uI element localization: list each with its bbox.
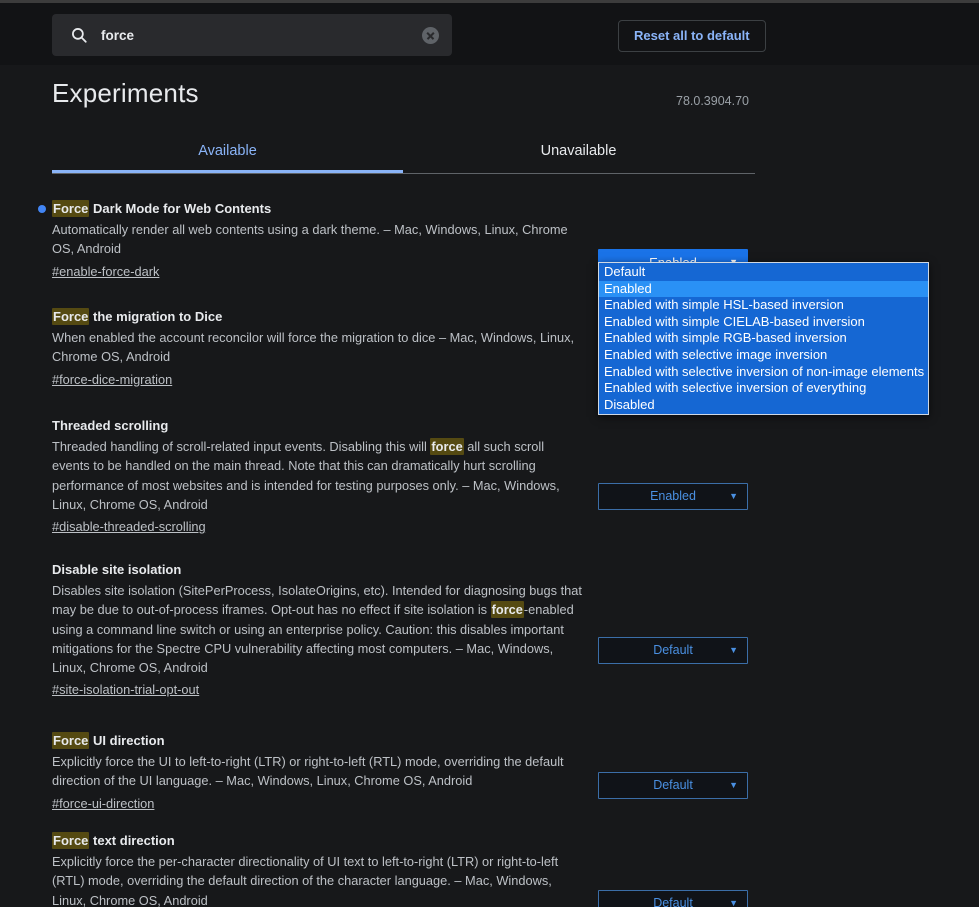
experiment-select[interactable]: Enabled ▼ xyxy=(598,483,748,510)
experiment-select-value: Default xyxy=(653,896,693,907)
select-option[interactable]: Enabled with selective image inversion xyxy=(599,347,928,364)
select-options-popup[interactable]: DefaultEnabledEnabled with simple HSL-ba… xyxy=(598,262,929,415)
search-highlight: Force xyxy=(52,200,89,217)
experiment-permalink[interactable]: #enable-force-dark xyxy=(52,262,159,281)
experiment-select[interactable]: Default ▼ xyxy=(598,772,748,799)
search-icon xyxy=(70,26,88,44)
experiment-permalink[interactable]: #force-dice-migration xyxy=(52,370,172,389)
experiment-title: Threaded scrolling xyxy=(52,417,979,434)
experiment-permalink[interactable]: #disable-threaded-scrolling xyxy=(52,517,206,536)
search-highlight: Force xyxy=(52,308,89,325)
search-highlight: Force xyxy=(52,732,89,749)
experiment-item: Force text direction Explicitly force the… xyxy=(0,832,979,907)
chevron-down-icon: ▼ xyxy=(729,484,738,509)
tab-bar: Available Unavailable xyxy=(52,136,755,174)
experiment-select[interactable]: Default ▼ xyxy=(598,637,748,664)
top-toolbar: Reset all to default xyxy=(0,3,979,65)
select-option[interactable]: Default xyxy=(599,264,928,281)
tab-underline xyxy=(52,173,755,174)
clear-search-icon[interactable] xyxy=(422,27,439,44)
search-input[interactable] xyxy=(101,28,422,43)
modified-indicator-dot xyxy=(38,205,46,213)
experiment-item: Threaded scrolling Threaded handling of s… xyxy=(0,417,979,536)
version-label: 78.0.3904.70 xyxy=(676,94,749,108)
tab-unavailable[interactable]: Unavailable xyxy=(403,136,754,173)
experiment-description: Explicitly force the per-character direc… xyxy=(52,852,585,907)
chevron-down-icon: ▼ xyxy=(729,773,738,798)
experiment-title: Force UI direction xyxy=(52,732,979,749)
chevron-down-icon: ▼ xyxy=(729,638,738,663)
experiment-description: Threaded handling of scroll-related inpu… xyxy=(52,437,585,514)
reset-all-to-default-button[interactable]: Reset all to default xyxy=(618,20,766,52)
experiment-description: Explicitly force the UI to left-to-right… xyxy=(52,752,585,791)
select-option[interactable]: Enabled with selective inversion of non-… xyxy=(599,364,928,381)
experiment-select-value: Default xyxy=(653,643,693,657)
select-option[interactable]: Disabled xyxy=(599,397,928,414)
select-option[interactable]: Enabled with simple RGB-based inversion xyxy=(599,330,928,347)
experiment-item: Disable site isolation Disables site isol… xyxy=(0,561,979,699)
chevron-down-icon: ▼ xyxy=(729,891,738,907)
experiment-select-value: Enabled xyxy=(650,489,696,503)
experiment-select-value: Default xyxy=(653,778,693,792)
tab-available[interactable]: Available xyxy=(52,136,403,173)
search-highlight: force xyxy=(430,438,463,455)
select-option[interactable]: Enabled with selective inversion of ever… xyxy=(599,380,928,397)
select-option[interactable]: Enabled with simple HSL-based inversion xyxy=(599,297,928,314)
experiment-permalink[interactable]: #site-isolation-trial-opt-out xyxy=(52,680,199,699)
experiment-permalink[interactable]: #force-ui-direction xyxy=(52,794,154,813)
page-title: Experiments xyxy=(52,78,199,109)
experiment-description: Disables site isolation (SitePerProcess,… xyxy=(52,581,585,677)
experiment-title: Force text direction xyxy=(52,832,979,849)
search-highlight: force xyxy=(491,601,524,618)
search-highlight: Force xyxy=(52,832,89,849)
search-box[interactable] xyxy=(52,14,452,56)
experiment-description: Automatically render all web contents us… xyxy=(52,220,585,259)
experiment-title: Disable site isolation xyxy=(52,561,979,578)
flags-page: Reset all to default Experiments 78.0.39… xyxy=(0,0,979,907)
experiment-description: When enabled the account reconcilor will… xyxy=(52,328,585,367)
experiment-select[interactable]: Default ▼ xyxy=(598,890,748,907)
tab-active-indicator xyxy=(52,170,403,173)
select-option[interactable]: Enabled xyxy=(599,281,928,298)
experiment-title: Force Dark Mode for Web Contents xyxy=(52,200,979,217)
experiment-item: Force UI direction Explicitly force the U… xyxy=(0,732,979,813)
select-option[interactable]: Enabled with simple CIELAB-based inversi… xyxy=(599,314,928,331)
